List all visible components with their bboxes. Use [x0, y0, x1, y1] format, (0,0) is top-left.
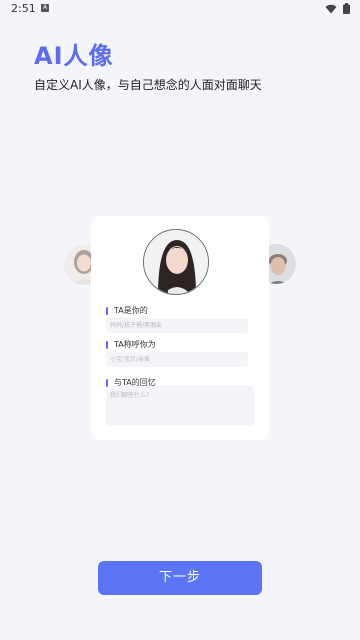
avatar-selected[interactable]: [143, 229, 209, 295]
woman-portrait-icon: [144, 230, 208, 294]
relation-label-text: TA是你的: [114, 306, 148, 315]
relation-label: TA是你的: [106, 305, 148, 316]
nickname-input[interactable]: 小宝/宝贝/亲爱: [106, 352, 248, 367]
battery-icon: [343, 3, 350, 14]
page-subtitle: 自定义AI人像，与自己想念的人面对面聊天: [34, 78, 262, 92]
status-indicators: [325, 3, 350, 14]
nickname-label-text: TA称呼你为: [114, 340, 156, 349]
page-title: AI人像: [34, 42, 114, 70]
status-time: 2:51: [11, 2, 36, 15]
next-button[interactable]: 下一步: [98, 561, 262, 595]
app-notification-icon: A: [41, 4, 49, 12]
nickname-label: TA称呼你为: [106, 339, 156, 350]
label-accent-bar: [106, 340, 108, 349]
talk-textarea[interactable]: 我们聊些什么?: [106, 386, 254, 426]
label-accent-bar: [106, 306, 108, 315]
status-bar: 2:51 A: [0, 0, 360, 18]
relation-input[interactable]: 妈妈/孩子爸/男朋友: [106, 318, 248, 333]
wifi-icon: [325, 4, 337, 13]
